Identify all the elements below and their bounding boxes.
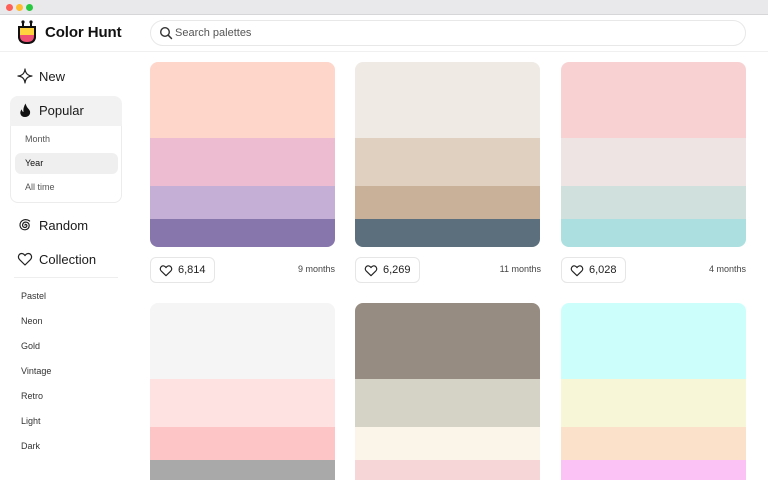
like-count: 6,814 <box>178 264 206 276</box>
like-button[interactable]: 6,028 <box>561 257 626 283</box>
search-input[interactable] <box>175 24 735 42</box>
popular-filter-year[interactable]: Year <box>15 153 118 174</box>
palette-color-swatch[interactable] <box>355 460 540 480</box>
palette-color-swatch[interactable] <box>150 138 335 186</box>
heart-icon <box>159 264 173 276</box>
palette-color-swatch[interactable] <box>561 303 746 379</box>
search-bar[interactable] <box>150 20 746 46</box>
spiral-icon <box>19 219 31 231</box>
close-window-button[interactable] <box>6 4 13 11</box>
palette-meta: 6,814 9 months <box>150 257 335 283</box>
sidebar-item-label: Collection <box>39 252 97 267</box>
popular-filter-all-time[interactable]: All time <box>15 177 118 198</box>
popular-submenu: Month Year All time <box>10 126 122 203</box>
palette-color-swatch[interactable] <box>355 138 540 186</box>
palette-card[interactable] <box>355 62 540 247</box>
like-count: 6,028 <box>589 264 617 276</box>
palette-meta: 6,028 4 months <box>561 257 746 283</box>
palette-card[interactable] <box>150 303 335 480</box>
tag-link-light[interactable]: Light <box>21 416 41 426</box>
palette-age: 4 months <box>708 264 746 274</box>
search-icon <box>159 26 173 40</box>
palette-color-swatch[interactable] <box>355 62 540 138</box>
palette-color-swatch[interactable] <box>355 219 540 247</box>
palette-meta: 6,269 11 months <box>355 257 541 283</box>
heart-icon <box>17 252 33 266</box>
sidebar-divider <box>14 277 118 278</box>
palette-color-swatch[interactable] <box>150 303 335 379</box>
palette-color-swatch[interactable] <box>150 62 335 138</box>
flame-icon <box>20 103 31 117</box>
popular-filter-month[interactable]: Month <box>15 129 118 150</box>
tag-link-neon[interactable]: Neon <box>21 316 43 326</box>
palette-color-swatch[interactable] <box>561 186 746 219</box>
color-hunt-logo-icon[interactable] <box>16 20 38 46</box>
palette-color-swatch[interactable] <box>561 460 746 480</box>
sidebar-item-label: Popular <box>39 103 84 118</box>
palette-color-swatch[interactable] <box>150 379 335 427</box>
palette-color-swatch[interactable] <box>561 379 746 427</box>
sidebar: New Popular Month Year All time Random C… <box>0 52 136 480</box>
palette-color-swatch[interactable] <box>561 427 746 460</box>
palette-color-swatch[interactable] <box>150 186 335 219</box>
zoom-window-button[interactable] <box>26 4 33 11</box>
palette-color-swatch[interactable] <box>561 138 746 186</box>
top-header: Color Hunt <box>0 15 768 52</box>
palette-color-swatch[interactable] <box>355 303 540 379</box>
like-count: 6,269 <box>383 264 411 276</box>
palette-card[interactable] <box>150 62 335 247</box>
sidebar-item-new[interactable]: New <box>10 62 122 90</box>
palette-card[interactable] <box>561 62 746 247</box>
like-button[interactable]: 6,814 <box>150 257 215 283</box>
palette-color-swatch[interactable] <box>150 219 335 247</box>
sidebar-item-label: New <box>39 69 66 84</box>
palette-color-swatch[interactable] <box>355 379 540 427</box>
palette-color-swatch[interactable] <box>355 186 540 219</box>
heart-icon <box>570 264 584 276</box>
brand-name[interactable]: Color Hunt <box>45 24 122 41</box>
heart-icon <box>364 264 378 276</box>
palette-color-swatch[interactable] <box>150 460 335 480</box>
sidebar-item-collection[interactable]: Collection <box>10 245 122 273</box>
palette-age: 9 months <box>297 264 335 274</box>
palette-age: 11 months <box>499 264 541 274</box>
sidebar-item-random[interactable]: Random <box>10 211 122 239</box>
sparkle-icon <box>17 68 33 84</box>
like-button[interactable]: 6,269 <box>355 257 420 283</box>
palette-color-swatch[interactable] <box>561 219 746 247</box>
minimize-window-button[interactable] <box>16 4 23 11</box>
tag-link-gold[interactable]: Gold <box>21 341 40 351</box>
palette-color-swatch[interactable] <box>561 62 746 138</box>
palette-card[interactable] <box>561 303 746 480</box>
tag-link-pastel[interactable]: Pastel <box>21 291 46 301</box>
sidebar-item-label: Random <box>39 218 89 233</box>
palette-card[interactable] <box>355 303 540 480</box>
palette-color-swatch[interactable] <box>150 427 335 460</box>
tag-link-retro[interactable]: Retro <box>21 391 43 401</box>
tag-link-dark[interactable]: Dark <box>21 441 40 451</box>
window-titlebar <box>0 0 768 15</box>
palette-color-swatch[interactable] <box>355 427 540 460</box>
sidebar-item-popular[interactable]: Popular <box>10 96 122 126</box>
tag-link-vintage[interactable]: Vintage <box>21 366 51 376</box>
